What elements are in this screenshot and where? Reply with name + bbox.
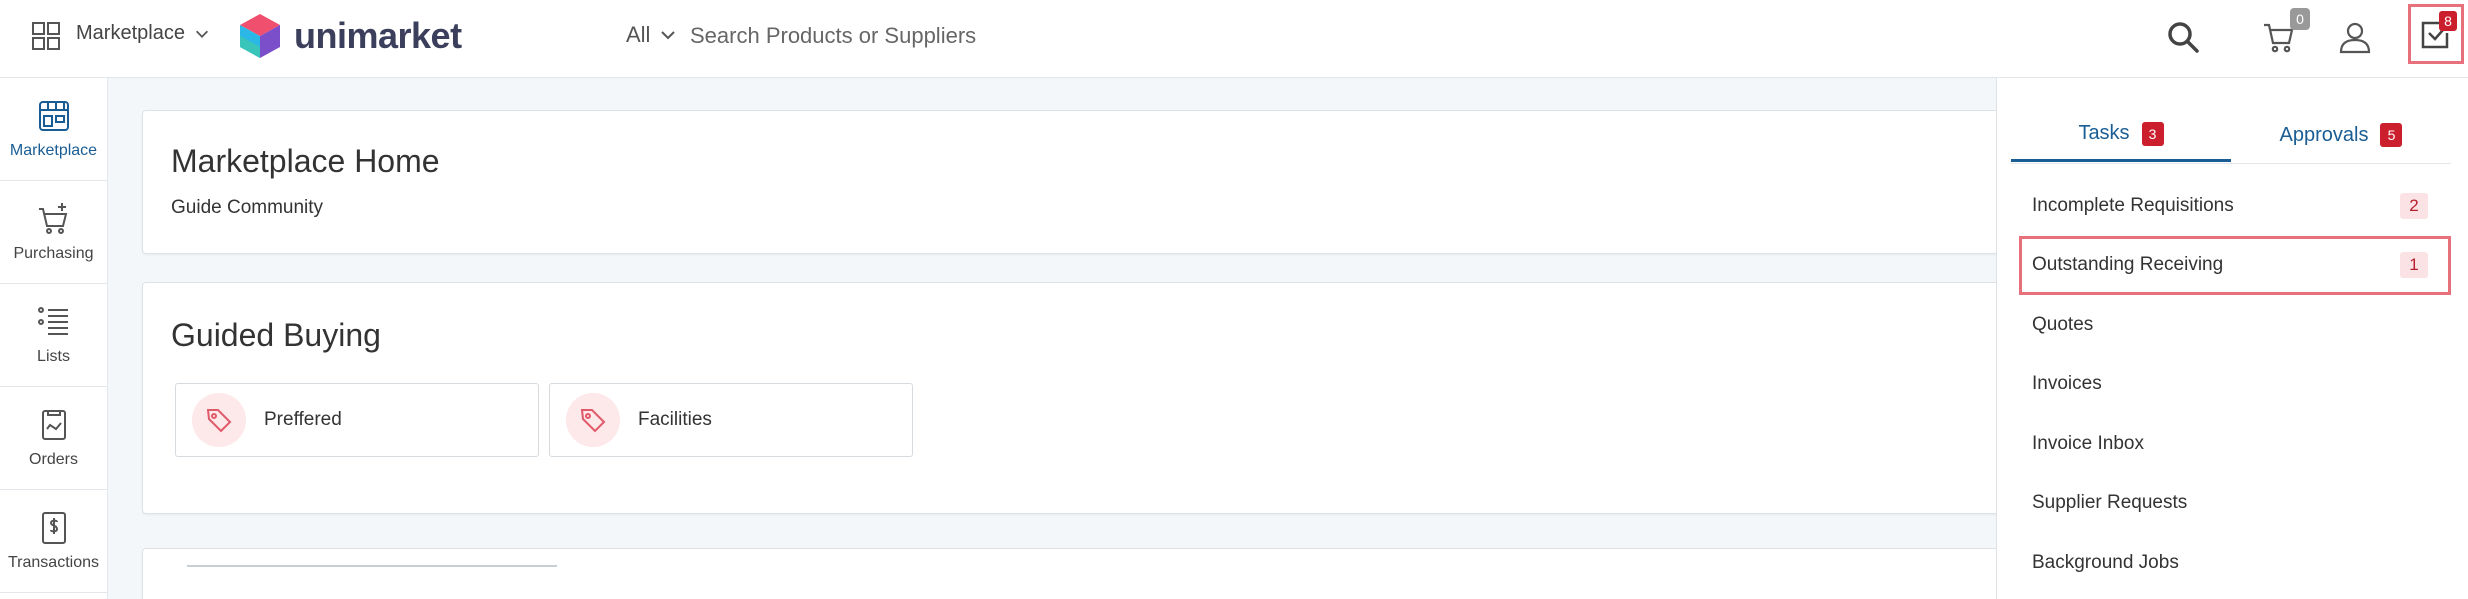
unimarket-logo-icon: [240, 14, 280, 58]
tab-count-badge: 5: [2380, 123, 2403, 147]
sidebar-item-lists[interactable]: Lists: [0, 284, 107, 387]
sidebar-item-marketplace[interactable]: Marketplace: [0, 78, 107, 181]
task-label: Quotes: [2032, 313, 2094, 335]
chevron-down-icon: [661, 31, 676, 40]
task-invoices[interactable]: Invoices: [2019, 355, 2451, 415]
storefront-icon: [38, 101, 69, 131]
sidebar-item-label: Lists: [37, 348, 70, 365]
search-input[interactable]: [690, 14, 1310, 58]
cart-count-badge: 0: [2290, 8, 2310, 30]
task-supplier-requests[interactable]: Supplier Requests: [2019, 474, 2451, 534]
cart-button[interactable]: 0: [2256, 8, 2310, 60]
task-label: Invoices: [2032, 373, 2102, 395]
task-list: Incomplete Requisitions 2 Outstanding Re…: [2019, 176, 2451, 593]
tile-label: Preffered: [264, 409, 342, 430]
tasks-count-badge: 8: [2439, 11, 2457, 31]
apps-grid-icon[interactable]: [30, 20, 62, 52]
guided-buying-card: Guided Buying Preffered Facilities: [142, 282, 2022, 514]
tile-label: Facilities: [638, 409, 712, 430]
tab-approvals[interactable]: Approvals 5: [2231, 108, 2451, 162]
unimarket-logo[interactable]: unimarket: [238, 12, 462, 60]
sidebar-item-label: Marketplace: [9, 142, 98, 159]
panel-tabs: Tasks 3 Approvals 5: [2011, 108, 2451, 164]
user-icon[interactable]: [2332, 14, 2378, 60]
task-label: Background Jobs: [2032, 551, 2179, 573]
marketplace-home-card: Marketplace Home Guide Community: [142, 110, 2022, 254]
top-bar: Marketplace unimarket All 0 8: [0, 0, 2468, 78]
list-icon: [37, 307, 68, 335]
task-outstanding-receiving[interactable]: Outstanding Receiving 1: [2019, 235, 2451, 295]
cart-add-icon: [38, 203, 67, 234]
divider: [187, 565, 557, 567]
left-sidebar: Marketplace Purchasing Lists Orders Tran…: [0, 78, 108, 599]
orders-icon: [41, 410, 66, 440]
search-scope-select[interactable]: All: [626, 22, 678, 48]
task-background-jobs[interactable]: Background Jobs: [2019, 533, 2451, 593]
search-scope-label: All: [626, 22, 651, 47]
tab-count-badge: 3: [2141, 121, 2164, 146]
task-count-badge: 1: [2400, 252, 2428, 279]
sidebar-item-label: Orders: [29, 451, 78, 468]
tasks-button[interactable]: 8: [2408, 4, 2464, 64]
marketplace-switcher-label: Marketplace: [76, 22, 185, 44]
sidebar-item-purchasing[interactable]: Purchasing: [0, 181, 107, 284]
tag-icon: [192, 393, 246, 447]
marketplace-switcher[interactable]: Marketplace: [76, 22, 211, 45]
guide-community-link[interactable]: Guide Community: [171, 197, 323, 219]
transactions-icon: [41, 512, 66, 544]
tab-label: Tasks: [2078, 122, 2130, 144]
tab-label: Approvals: [2279, 123, 2369, 146]
sidebar-item-label: Purchasing: [13, 245, 94, 262]
sidebar-item-orders[interactable]: Orders: [0, 387, 107, 490]
sidebar-item-transactions[interactable]: Transactions: [0, 490, 107, 593]
logo-text: unimarket: [294, 15, 462, 56]
third-card: [142, 548, 2022, 599]
tab-tasks[interactable]: Tasks 3: [2011, 108, 2231, 162]
chevron-down-icon: [195, 30, 208, 38]
sidebar-item-label: Transactions: [8, 554, 99, 571]
main-content: Marketplace Home Guide Community Guided …: [108, 78, 2022, 599]
task-incomplete-requisitions[interactable]: Incomplete Requisitions 2: [2019, 176, 2451, 236]
task-label: Supplier Requests: [2032, 492, 2188, 514]
tag-icon: [566, 393, 620, 447]
page-title: Marketplace Home: [171, 143, 440, 179]
task-count-badge: 2: [2400, 192, 2428, 219]
task-label: Incomplete Requisitions: [2032, 194, 2234, 216]
task-quotes[interactable]: Quotes: [2019, 295, 2451, 355]
task-label: Invoice Inbox: [2032, 432, 2144, 454]
task-label: Outstanding Receiving: [2032, 254, 2224, 276]
task-invoice-inbox[interactable]: Invoice Inbox: [2019, 414, 2451, 474]
tasks-panel: Tasks 3 Approvals 5 Incomplete Requisiti…: [1996, 78, 2468, 599]
search-icon[interactable]: [2160, 14, 2206, 60]
guided-buying-tile-facilities[interactable]: Facilities: [549, 383, 913, 457]
section-title: Guided Buying: [171, 317, 381, 353]
guided-buying-tile-preffered[interactable]: Preffered: [175, 383, 539, 457]
